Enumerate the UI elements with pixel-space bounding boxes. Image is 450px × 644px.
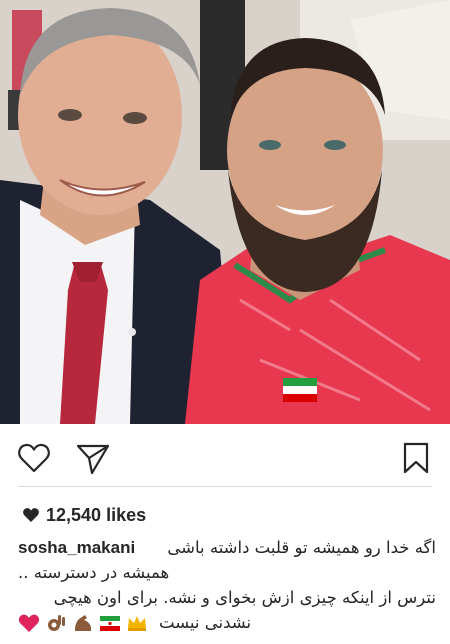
likes-label: likes [106, 504, 147, 525]
post-caption: sosha_makani اگه خدا رو همیشه تو قلبت دا… [18, 535, 436, 635]
caption-line-3: نترس از اینکه چیزی ازش بخوای و نشه. برای… [18, 585, 436, 610]
caption-text-4: نشدنی نیست [159, 613, 252, 632]
divider [18, 486, 432, 487]
red-heart-emoji [18, 613, 40, 633]
username-link[interactable]: sosha_makani [18, 535, 135, 560]
crown-emoji [126, 613, 148, 633]
like-button[interactable] [16, 440, 52, 476]
caption-line-1: sosha_makani اگه خدا رو همیشه تو قلبت دا… [18, 535, 436, 560]
flag-iran-emoji [99, 613, 121, 633]
flexed-biceps-emoji [72, 613, 94, 633]
caption-text-1: اگه خدا رو همیشه تو قلبت داشته باشی [167, 538, 436, 557]
caption-text-2: همیشه در دسترسته .. [18, 563, 170, 582]
caption-line-4: نشدنی نیست [18, 610, 436, 635]
heart-filled-icon [22, 506, 40, 524]
heart-outline-icon [18, 443, 50, 473]
paper-plane-icon [76, 444, 110, 475]
save-button[interactable] [398, 440, 434, 476]
action-bar [0, 424, 450, 488]
instagram-post: 12,540 likes sosha_makani اگه خدا رو همی… [0, 0, 450, 644]
share-button[interactable] [75, 440, 111, 476]
bookmark-icon [403, 442, 429, 474]
ok-hand-emoji [45, 613, 67, 633]
caption-line-2: همیشه در دسترسته .. [18, 560, 436, 585]
selfie-photo [0, 0, 450, 424]
likes-count: 12,540 [46, 504, 102, 525]
caption-text-3: نترس از اینکه چیزی ازش بخوای و نشه. برای… [53, 588, 436, 607]
likes-row[interactable]: 12,540 likes [22, 502, 146, 528]
post-photo[interactable] [0, 0, 450, 424]
